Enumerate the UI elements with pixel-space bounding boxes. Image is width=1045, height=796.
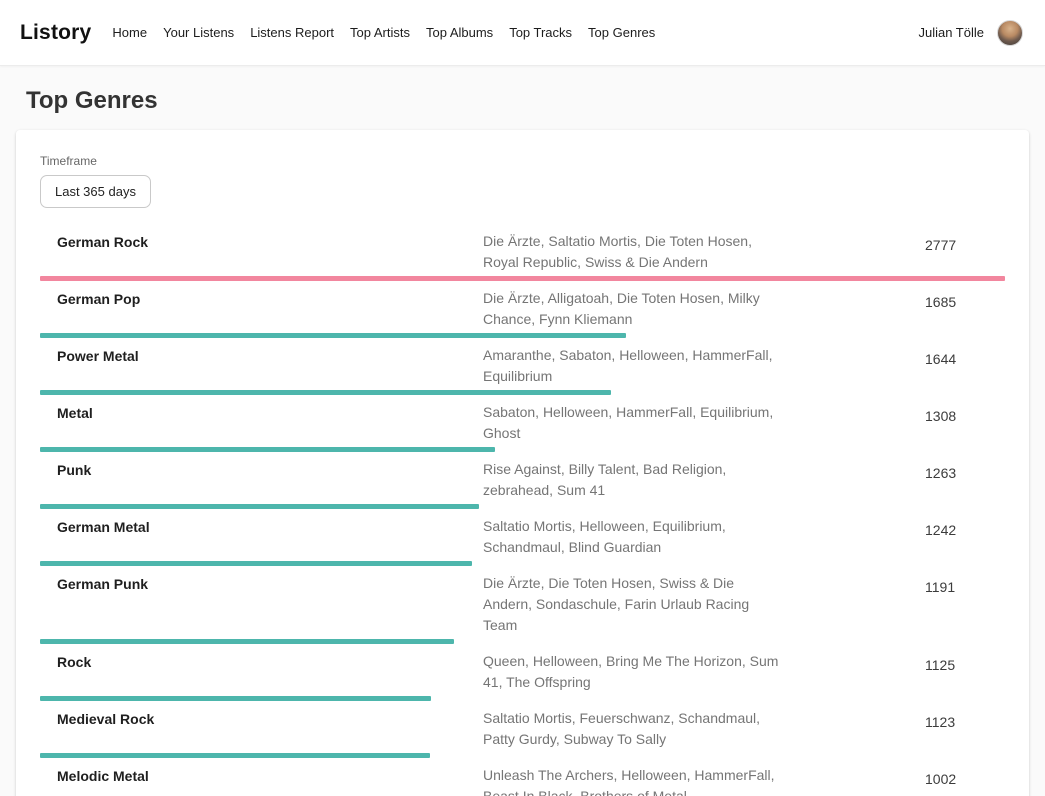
top-genres-card: Timeframe Last 365 days German Rock Die … [16,130,1029,796]
genre-name: Medieval Rock [40,708,483,727]
nav-item-top-genres[interactable]: Top Genres [588,25,655,40]
nav-item-top-tracks[interactable]: Top Tracks [509,25,572,40]
genre-name: German Pop [40,288,483,307]
genre-row: German Metal Saltatio Mortis, Helloween,… [40,509,1005,566]
genre-row: Rock Queen, Helloween, Bring Me The Hori… [40,644,1005,701]
genre-artists: Die Ärzte, Alligatoah, Die Toten Hosen, … [483,288,785,330]
genre-name: Power Metal [40,345,483,364]
genre-count: 1242 [925,516,1005,538]
genre-row: German Punk Die Ärzte, Die Toten Hosen, … [40,566,1005,644]
nav-item-home[interactable]: Home [112,25,147,40]
timeframe-label: Timeframe [40,154,1005,168]
genre-row: German Pop Die Ärzte, Alligatoah, Die To… [40,281,1005,338]
genre-count: 1123 [925,708,1005,730]
top-navbar: Listory Home Your Listens Listens Report… [0,0,1045,66]
genre-name: German Metal [40,516,483,535]
user-name[interactable]: Julian Tölle [918,25,984,40]
genre-name: Metal [40,402,483,421]
genre-name: Melodic Metal [40,765,483,784]
genre-row: German Rock Die Ärzte, Saltatio Mortis, … [40,224,1005,281]
genre-artists: Unleash The Archers, Helloween, HammerFa… [483,765,785,796]
genre-artists: Saltatio Mortis, Helloween, Equilibrium,… [483,516,785,558]
genre-row: Metal Sabaton, Helloween, HammerFall, Eq… [40,395,1005,452]
genre-artists: Saltatio Mortis, Feuerschwanz, Schandmau… [483,708,785,750]
genre-artists: Die Ärzte, Die Toten Hosen, Swiss & Die … [483,573,785,636]
genre-name: German Punk [40,573,483,592]
page-title: Top Genres [26,87,1045,115]
nav-item-top-albums[interactable]: Top Albums [426,25,493,40]
nav-links: Home Your Listens Listens Report Top Art… [112,25,918,40]
genre-row: Melodic Metal Unleash The Archers, Hello… [40,758,1005,796]
app-logo[interactable]: Listory [20,21,91,45]
genre-artists: Die Ärzte, Saltatio Mortis, Die Toten Ho… [483,231,785,273]
nav-item-top-artists[interactable]: Top Artists [350,25,410,40]
genre-artists: Amaranthe, Sabaton, Helloween, HammerFal… [483,345,785,387]
genre-count: 1644 [925,345,1005,367]
genre-count: 1002 [925,765,1005,787]
genre-name: German Rock [40,231,483,250]
genre-count: 1191 [925,573,1005,595]
genre-list: German Rock Die Ärzte, Saltatio Mortis, … [40,224,1005,796]
timeframe-select[interactable]: Last 365 days [40,175,151,208]
genre-count: 1308 [925,402,1005,424]
user-avatar[interactable] [997,20,1023,46]
genre-artists: Queen, Helloween, Bring Me The Horizon, … [483,651,785,693]
genre-count: 1685 [925,288,1005,310]
nav-user-area: Julian Tölle [918,20,1023,46]
genre-name: Punk [40,459,483,478]
genre-name: Rock [40,651,483,670]
genre-artists: Sabaton, Helloween, HammerFall, Equilibr… [483,402,785,444]
nav-item-listens-report[interactable]: Listens Report [250,25,334,40]
genre-row: Punk Rise Against, Billy Talent, Bad Rel… [40,452,1005,509]
genre-row: Power Metal Amaranthe, Sabaton, Hellowee… [40,338,1005,395]
genre-count: 1125 [925,651,1005,673]
nav-item-your-listens[interactable]: Your Listens [163,25,234,40]
genre-artists: Rise Against, Billy Talent, Bad Religion… [483,459,785,501]
genre-count: 1263 [925,459,1005,481]
genre-row: Medieval Rock Saltatio Mortis, Feuerschw… [40,701,1005,758]
genre-count: 2777 [925,231,1005,253]
